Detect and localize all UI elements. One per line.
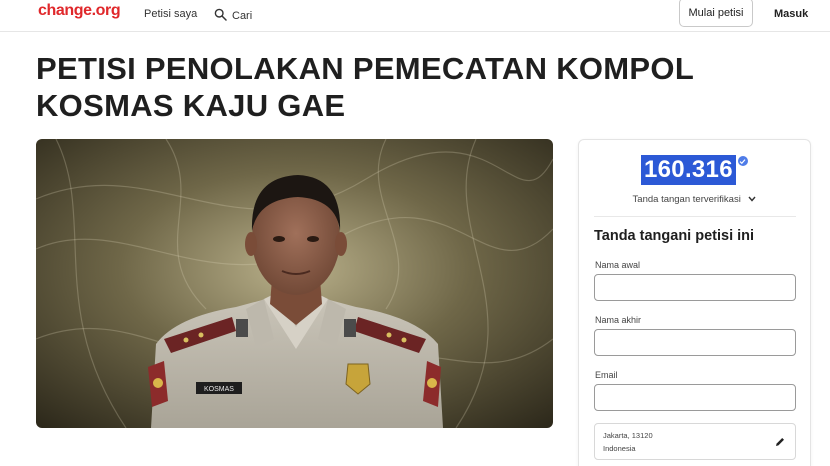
location-country: Indonesia — [603, 444, 636, 453]
last-name-input[interactable] — [594, 329, 796, 356]
petition-photo: KOSMAS — [36, 139, 553, 428]
search-icon — [214, 8, 227, 24]
nav-my-petitions[interactable]: Petisi saya — [144, 8, 197, 20]
sign-petition-card: 160.316 Tanda tangan terverifikasi Tanda… — [578, 139, 811, 466]
verified-signatures-label: Tanda tangan terverifikasi — [632, 194, 741, 205]
last-name-label: Nama akhir — [595, 315, 642, 325]
email-input[interactable] — [594, 384, 796, 411]
chevron-down-icon — [748, 194, 756, 204]
sign-heading: Tanda tangani petisi ini — [594, 228, 755, 244]
first-name-label: Nama awal — [595, 260, 641, 270]
email-label: Email — [595, 370, 618, 380]
first-name-input[interactable] — [594, 274, 796, 301]
login-link[interactable]: Masuk — [774, 8, 808, 20]
nav-search[interactable]: Cari — [214, 8, 252, 24]
pencil-icon[interactable] — [774, 435, 786, 447]
location-city: Jakarta, 13120 — [603, 431, 653, 440]
petition-title: PETISI PENOLAKAN PEMECATAN KOMPOL KOSMAS… — [36, 51, 694, 123]
location-field[interactable]: Jakarta, 13120 Indonesia — [594, 423, 796, 460]
verified-signatures-toggle[interactable]: Tanda tangan terverifikasi — [579, 194, 810, 205]
top-nav-bar: change.org Petisi saya Cari Mulai petisi… — [0, 0, 830, 32]
nav-search-label: Cari — [232, 10, 253, 22]
start-petition-button[interactable]: Mulai petisi — [679, 0, 753, 27]
signature-count: 160.316 — [641, 155, 736, 185]
signature-count-wrap: 160.316 — [641, 155, 748, 185]
uniform-name-tag: KOSMAS — [204, 386, 234, 393]
verified-check-icon — [737, 156, 748, 166]
change-org-logo[interactable]: change.org — [38, 2, 121, 20]
card-divider — [594, 216, 796, 217]
